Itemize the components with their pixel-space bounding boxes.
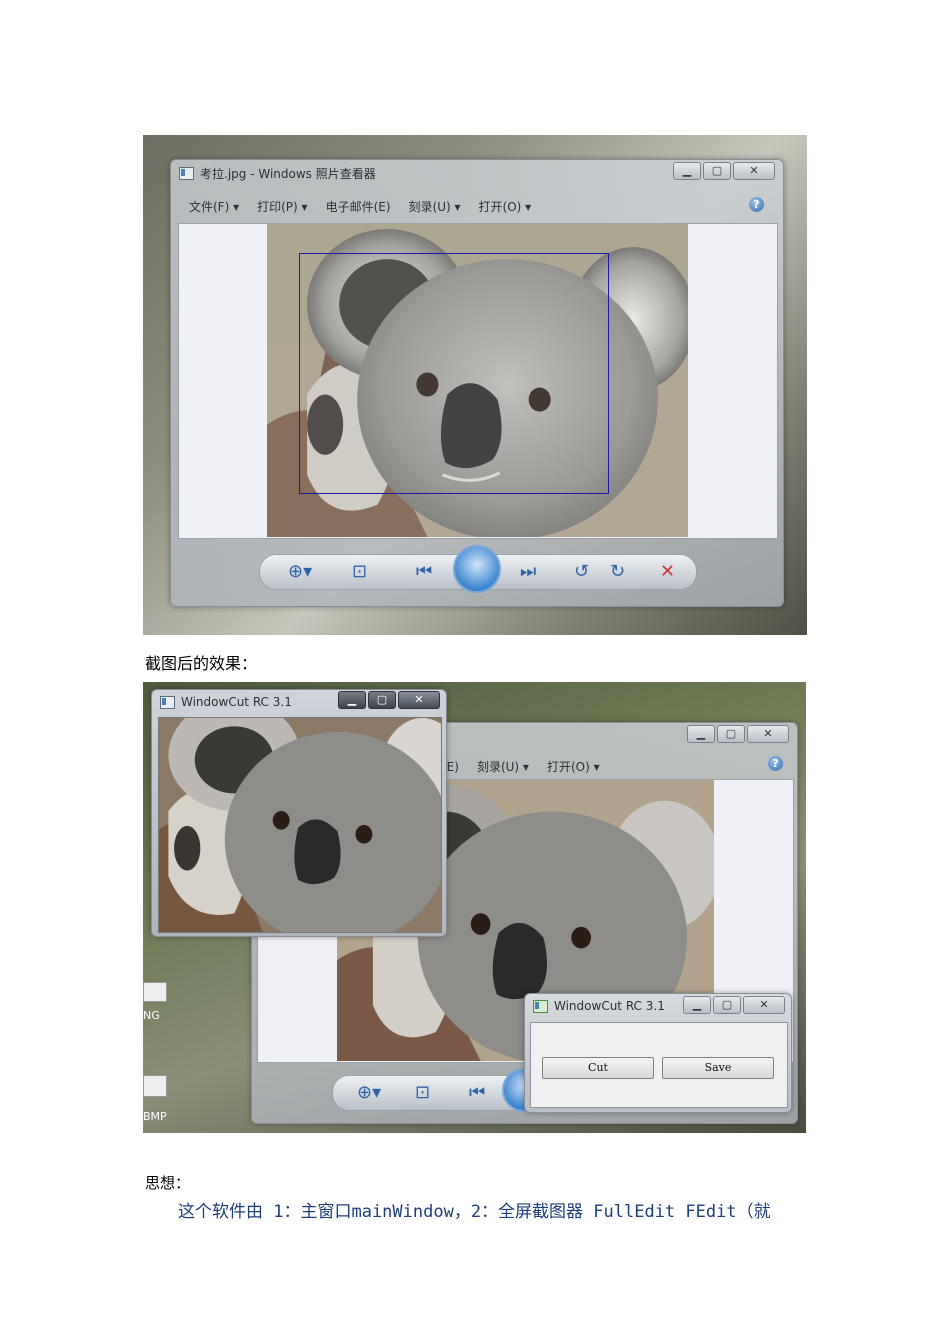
minimize-button[interactable]: ▁ <box>338 691 366 709</box>
screenshot-after: NG BMP ▁ ▢ ✕ (E) 刻录(U) ▾ 打开(O) ▾ ? ⊕▾ ⊡ … <box>143 682 806 1133</box>
viewer-window-controls-behind: ▁ ▢ ✕ <box>687 725 789 743</box>
desktop-label-bmp: BMP <box>143 1110 167 1123</box>
menu-burn[interactable]: 刻录(U) ▾ <box>477 758 529 775</box>
minimize-button[interactable]: ▁ <box>687 725 715 743</box>
windowcut-icon <box>533 999 548 1013</box>
body-paragraph: 这个软件由 1：主窗口mainWindow，2：全屏截图器 FullEdit F… <box>178 1202 771 1222</box>
save-button[interactable]: Save <box>662 1057 774 1079</box>
menu-print[interactable]: 打印(P) ▾ <box>257 198 307 215</box>
rotate-right-icon[interactable]: ↻ <box>610 563 625 581</box>
maximize-button[interactable]: ▢ <box>703 162 731 180</box>
help-icon[interactable]: ? <box>749 197 764 212</box>
close-button[interactable]: ✕ <box>733 162 775 180</box>
menu-open[interactable]: 打开(O) ▾ <box>479 198 532 215</box>
section-heading: 思想： <box>145 1174 191 1192</box>
viewer-menubar-partial: (E) 刻录(U) ▾ 打开(O) ▾ <box>442 758 618 775</box>
cut-result-window: WindowCut RC 3.1 ▁ ▢ ✕ <box>151 689 447 937</box>
previous-icon[interactable]: ⏮ <box>416 563 432 581</box>
viewer-window-controls: ▁ ▢ ✕ <box>673 162 775 180</box>
selection-rectangle[interactable] <box>299 253 609 494</box>
next-icon[interactable]: ⏭ <box>520 563 536 581</box>
caption-after: 截图后的效果： <box>145 654 258 673</box>
maximize-button[interactable]: ▢ <box>713 996 741 1014</box>
viewer-menubar: 文件(F) ▾ 打印(P) ▾ 电子邮件(E) 刻录(U) ▾ 打开(O) ▾ <box>189 198 549 215</box>
cut-window-controls: ▁ ▢ ✕ <box>338 691 440 709</box>
desktop-icon-bmp[interactable] <box>143 1075 167 1097</box>
screenshot-before: 考拉.jpg - Windows 照片查看器 ▁ ▢ ✕ 文件(F) ▾ 打印(… <box>143 135 807 635</box>
desktop-label-png: NG <box>143 1009 160 1022</box>
rotate-left-icon[interactable]: ↺ <box>574 563 589 581</box>
zoom-icon[interactable]: ⊕▾ <box>288 563 312 581</box>
desktop-icon-png[interactable] <box>143 982 167 1002</box>
menu-email[interactable]: 电子邮件(E) <box>326 198 391 215</box>
minimize-button[interactable]: ▁ <box>673 162 701 180</box>
maximize-button[interactable]: ▢ <box>717 725 745 743</box>
photo-viewer-icon <box>179 166 194 180</box>
help-icon[interactable]: ? <box>768 756 783 771</box>
actual-size-icon[interactable]: ⊡ <box>352 563 367 581</box>
close-button[interactable]: ✕ <box>398 691 440 709</box>
cut-button[interactable]: Cut <box>542 1057 654 1079</box>
minimize-button[interactable]: ▁ <box>683 996 711 1014</box>
previous-icon[interactable]: ⏮ <box>469 1084 485 1102</box>
menu-open[interactable]: 打开(O) ▾ <box>547 758 600 775</box>
delete-icon[interactable]: ✕ <box>660 563 675 581</box>
close-button[interactable]: ✕ <box>747 725 789 743</box>
control-window-body: Cut Save <box>530 1022 788 1108</box>
cut-window-title: WindowCut RC 3.1 <box>181 695 292 709</box>
zoom-icon[interactable]: ⊕▾ <box>357 1084 381 1102</box>
control-window-controls: ▁ ▢ ✕ <box>683 996 785 1014</box>
cropped-koala-image <box>158 717 442 933</box>
windowcut-icon <box>160 695 175 709</box>
viewer-title: 考拉.jpg - Windows 照片查看器 <box>200 166 376 181</box>
photo-viewer-window: 考拉.jpg - Windows 照片查看器 ▁ ▢ ✕ 文件(F) ▾ 打印(… <box>170 159 784 607</box>
close-button[interactable]: ✕ <box>743 996 785 1014</box>
maximize-button[interactable]: ▢ <box>368 691 396 709</box>
menu-file[interactable]: 文件(F) ▾ <box>189 198 239 215</box>
actual-size-icon[interactable]: ⊡ <box>415 1084 430 1102</box>
control-window: WindowCut RC 3.1 ▁ ▢ ✕ Cut Save <box>524 993 792 1113</box>
control-window-title: WindowCut RC 3.1 <box>554 999 665 1013</box>
slideshow-button[interactable] <box>453 545 501 593</box>
menu-burn[interactable]: 刻录(U) ▾ <box>409 198 461 215</box>
